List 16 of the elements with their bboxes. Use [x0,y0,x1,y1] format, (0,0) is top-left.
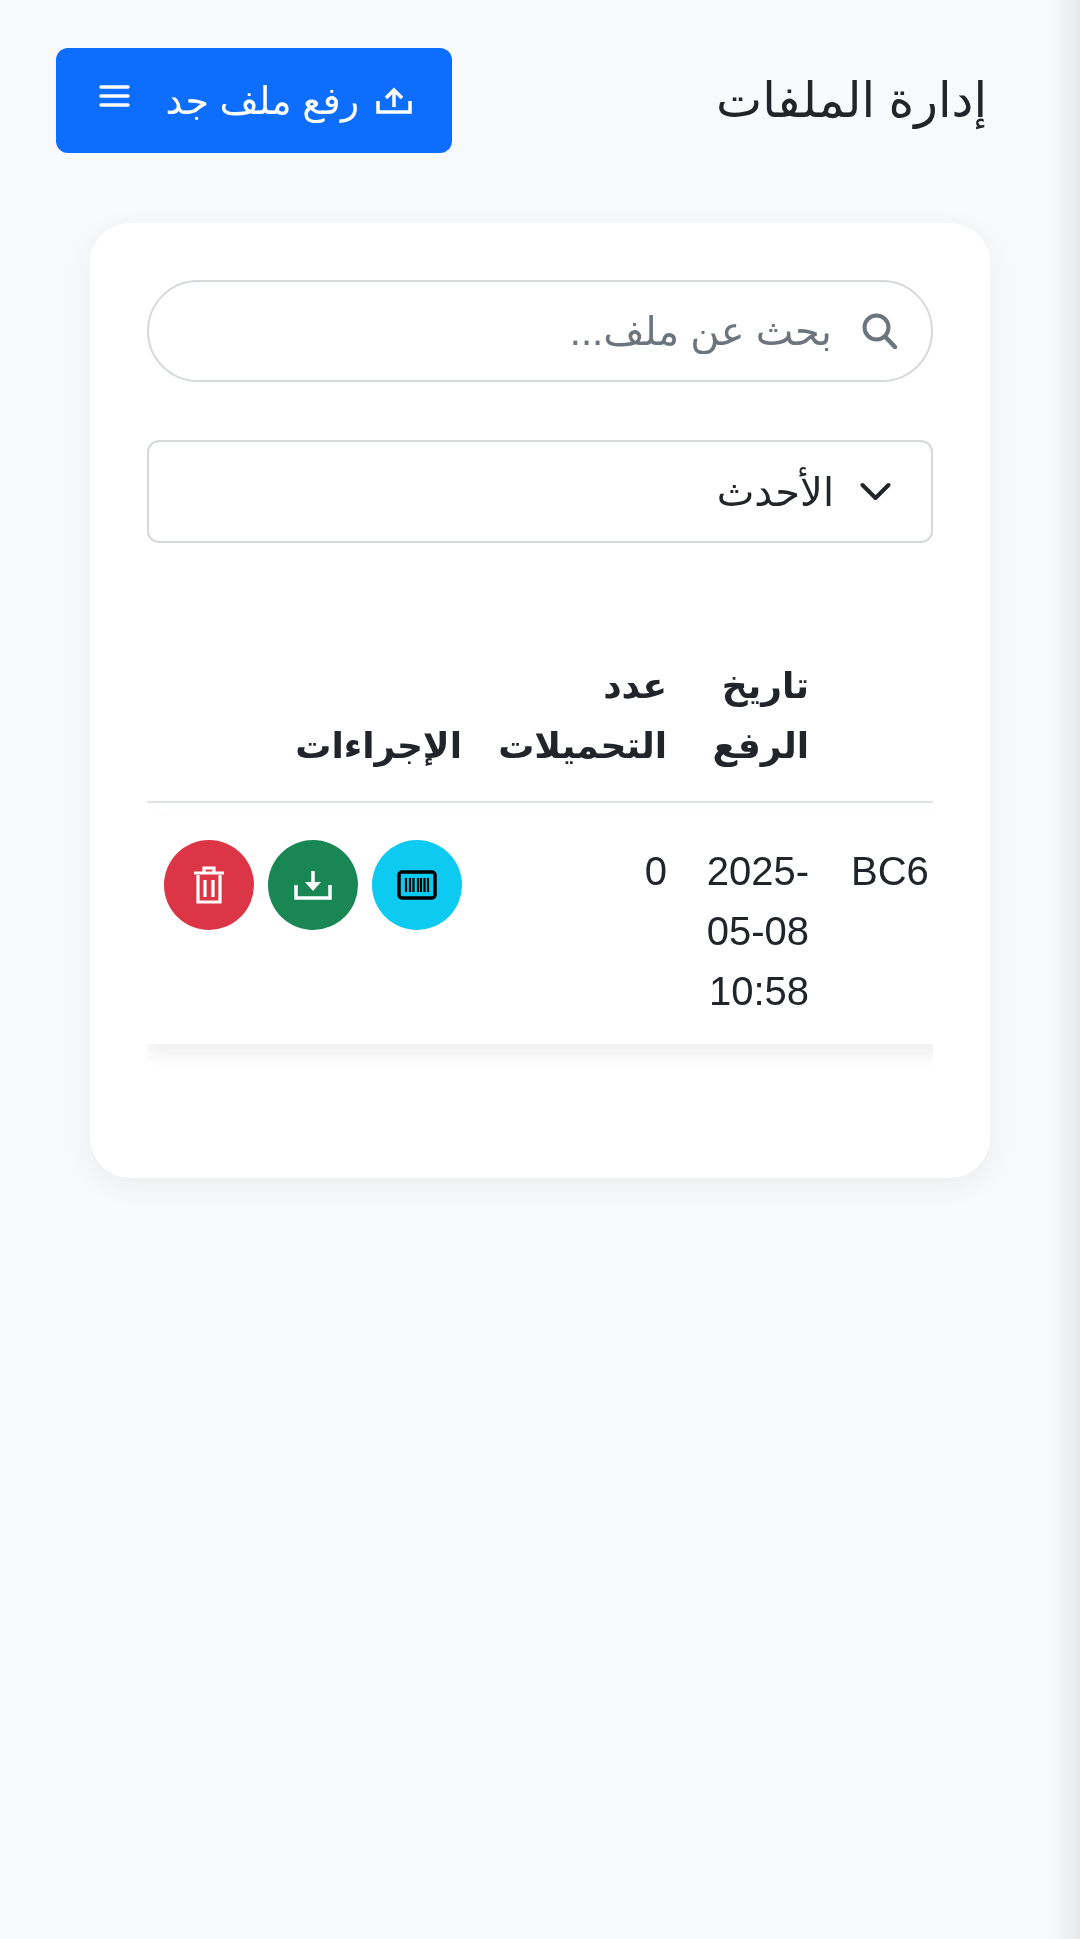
trash-icon [192,865,226,905]
upload-icon [375,86,413,115]
upload-button[interactable]: رفع ملف جد [56,48,452,153]
column-header: تاريخ الرفع [711,664,810,769]
table-cell-text: 2025-05-08 10:58 [705,848,810,1015]
chevron-down-icon [860,481,891,502]
column-header: الإجراءات [294,724,463,769]
menu-icon[interactable] [99,84,130,108]
table-cell-text: 0 [643,848,668,895]
page-title: إدارة الملفات [716,72,987,130]
download-icon [293,869,333,901]
table-cell-text: BC6 [850,848,930,895]
search-icon [862,313,897,349]
sort-select[interactable]: الأحدث [147,440,933,543]
barcode-icon [397,870,437,900]
column-header: عدد التحميلات [497,664,668,768]
